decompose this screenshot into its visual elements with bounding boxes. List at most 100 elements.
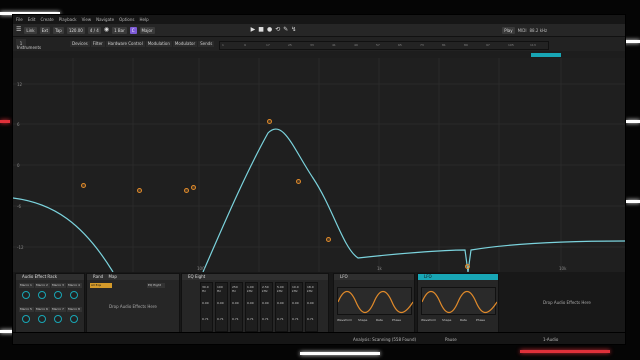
scale-select[interactable]: Major	[139, 26, 155, 34]
band-freq[interactable]: 5.00 kHz	[277, 285, 287, 293]
tab-modulation[interactable]: Modulation	[145, 41, 172, 47]
band-gain[interactable]: 0.00	[262, 301, 269, 305]
ruler-tick: 105	[508, 43, 514, 47]
rand-button[interactable]: Rand	[93, 274, 103, 279]
eq-band-handle[interactable]	[184, 188, 189, 193]
band-freq[interactable]: 100 Hz	[217, 285, 227, 293]
eq-band-handle[interactable]	[465, 264, 470, 269]
band-freq[interactable]: 1.00 kHz	[247, 285, 257, 293]
key-button[interactable]: C	[129, 26, 137, 34]
link-button[interactable]: Link	[24, 26, 37, 34]
band-q[interactable]: 0.71	[307, 317, 314, 321]
chain-item[interactable]: All Eqs	[90, 283, 112, 288]
ruler-tick: 65	[398, 43, 402, 47]
band-gain[interactable]: 0.00	[232, 301, 239, 305]
stop-icon[interactable]: ■	[258, 27, 264, 33]
menu-playback[interactable]: Playback	[59, 17, 77, 22]
macro-knob[interactable]	[70, 291, 78, 299]
tab-sends[interactable]: Sends	[198, 41, 215, 47]
tab-modulator[interactable]: Modulator	[172, 41, 198, 47]
band-gain[interactable]: 0.00	[217, 301, 224, 305]
eq-band-handle[interactable]	[267, 119, 272, 124]
menu-options[interactable]: Options	[119, 17, 134, 22]
band-freq[interactable]: 10.0 kHz	[292, 285, 302, 293]
drop-zone-chain[interactable]: Drop Audio Effects Here	[109, 304, 157, 309]
macro-7[interactable]: Macro 7	[51, 307, 66, 312]
eq-graph[interactable]: 12 6 0 -6 -12 100 1k 10k	[13, 58, 625, 273]
play-label[interactable]: Play	[502, 26, 515, 34]
eq-band-col: 5.00 kHz 0.00 0.71	[275, 282, 288, 332]
band-freq[interactable]: 2.50 kHz	[262, 285, 272, 293]
band-gain[interactable]: 0.00	[292, 301, 299, 305]
tab-devices[interactable]: Devices	[70, 41, 90, 47]
menu-edit[interactable]: Edit	[28, 17, 36, 22]
db-label: 6	[17, 122, 20, 127]
lfo1-waveform[interactable]	[337, 287, 414, 315]
band-q[interactable]: 0.71	[202, 317, 209, 321]
macro-knob[interactable]	[38, 315, 46, 323]
eq-band-handle[interactable]	[137, 188, 142, 193]
tempo-field[interactable]: 120.00	[66, 26, 85, 34]
play-icon[interactable]: ▶	[251, 27, 256, 33]
band-freq[interactable]: 250 Hz	[232, 285, 242, 293]
rack-chain-list: Rand Map All Eqs EQ Eight Drop Audio Eff…	[86, 273, 180, 333]
eq-band-handle[interactable]	[296, 179, 301, 184]
menu-icon[interactable]: ☰	[16, 27, 21, 33]
band-q[interactable]: 0.71	[292, 317, 299, 321]
band-q[interactable]: 0.71	[232, 317, 239, 321]
eq-band-handle[interactable]	[191, 185, 196, 190]
menu-view[interactable]: View	[82, 17, 92, 22]
chain-label[interactable]: EQ Eight	[147, 283, 165, 288]
macro-knob[interactable]	[22, 315, 30, 323]
pause-button[interactable]: Pause	[445, 337, 457, 342]
eq-band-handle[interactable]	[326, 237, 331, 242]
record-icon[interactable]: ●	[267, 27, 272, 33]
macro-4[interactable]: Macro 4	[67, 283, 82, 288]
macro-1[interactable]: Macro 1	[19, 283, 34, 288]
band-q[interactable]: 0.71	[217, 317, 224, 321]
loop-icon[interactable]: ⟲	[275, 27, 280, 33]
band-gain[interactable]: 0.00	[247, 301, 254, 305]
macro-knob[interactable]	[54, 315, 62, 323]
drop-zone-main[interactable]: Drop Audio Effects Here	[543, 300, 591, 305]
macro-knob[interactable]	[54, 291, 62, 299]
ruler-tick: 89	[464, 43, 468, 47]
ruler-tick: 97	[486, 43, 490, 47]
band-freq[interactable]: 30.0 Hz	[202, 285, 212, 293]
ext-button[interactable]: Ext	[39, 26, 51, 34]
tab-filter[interactable]: Filter	[90, 41, 105, 47]
menu-bar: File Edit Create Playback View Navigate …	[13, 15, 625, 24]
menu-help[interactable]: Help	[140, 17, 149, 22]
metronome-icon[interactable]: ◉	[104, 27, 109, 33]
menu-create[interactable]: Create	[40, 17, 53, 22]
draw-icon[interactable]: ✎	[283, 27, 288, 33]
macro-knob[interactable]	[22, 291, 30, 299]
menu-file[interactable]: File	[16, 17, 23, 22]
clip-region[interactable]	[531, 53, 561, 57]
eq-eight-device: EQ Eight 30.0 Hz 0.00 0.71 100 Hz 0.00 0.71 …	[181, 273, 329, 333]
band-gain[interactable]: 0.00	[307, 301, 314, 305]
macro-5[interactable]: Macro 5	[19, 307, 34, 312]
band-gain[interactable]: 0.00	[202, 301, 209, 305]
macro-6[interactable]: Macro 6	[35, 307, 50, 312]
band-q[interactable]: 0.71	[247, 317, 254, 321]
macro-8[interactable]: Macro 8	[67, 307, 82, 312]
macro-2[interactable]: Macro 2	[35, 283, 50, 288]
time-signature[interactable]: 4 / 4	[87, 26, 101, 34]
tap-button[interactable]: Tap	[53, 26, 64, 34]
menu-navigate[interactable]: Navigate	[96, 17, 114, 22]
tab-hardware-control[interactable]: Hardware Control	[105, 41, 145, 47]
macro-3[interactable]: Macro 3	[51, 283, 66, 288]
band-gain[interactable]: 0.00	[277, 301, 284, 305]
macro-knob[interactable]	[38, 291, 46, 299]
quantize-select[interactable]: 1 Bar	[112, 26, 127, 34]
eq-band-handle[interactable]	[81, 183, 86, 188]
band-q[interactable]: 0.71	[277, 317, 284, 321]
band-q[interactable]: 0.71	[262, 317, 269, 321]
band-freq[interactable]: 18.0 kHz	[307, 285, 317, 293]
map-button[interactable]: Map	[109, 274, 117, 279]
macro-knob[interactable]	[70, 315, 78, 323]
arrangement-ruler[interactable]: 1 9 17 25 33 41 49 57 65 73 81 89 97 105…	[219, 41, 549, 50]
automation-icon[interactable]: ↯	[291, 27, 296, 33]
lfo2-waveform[interactable]	[421, 287, 498, 315]
